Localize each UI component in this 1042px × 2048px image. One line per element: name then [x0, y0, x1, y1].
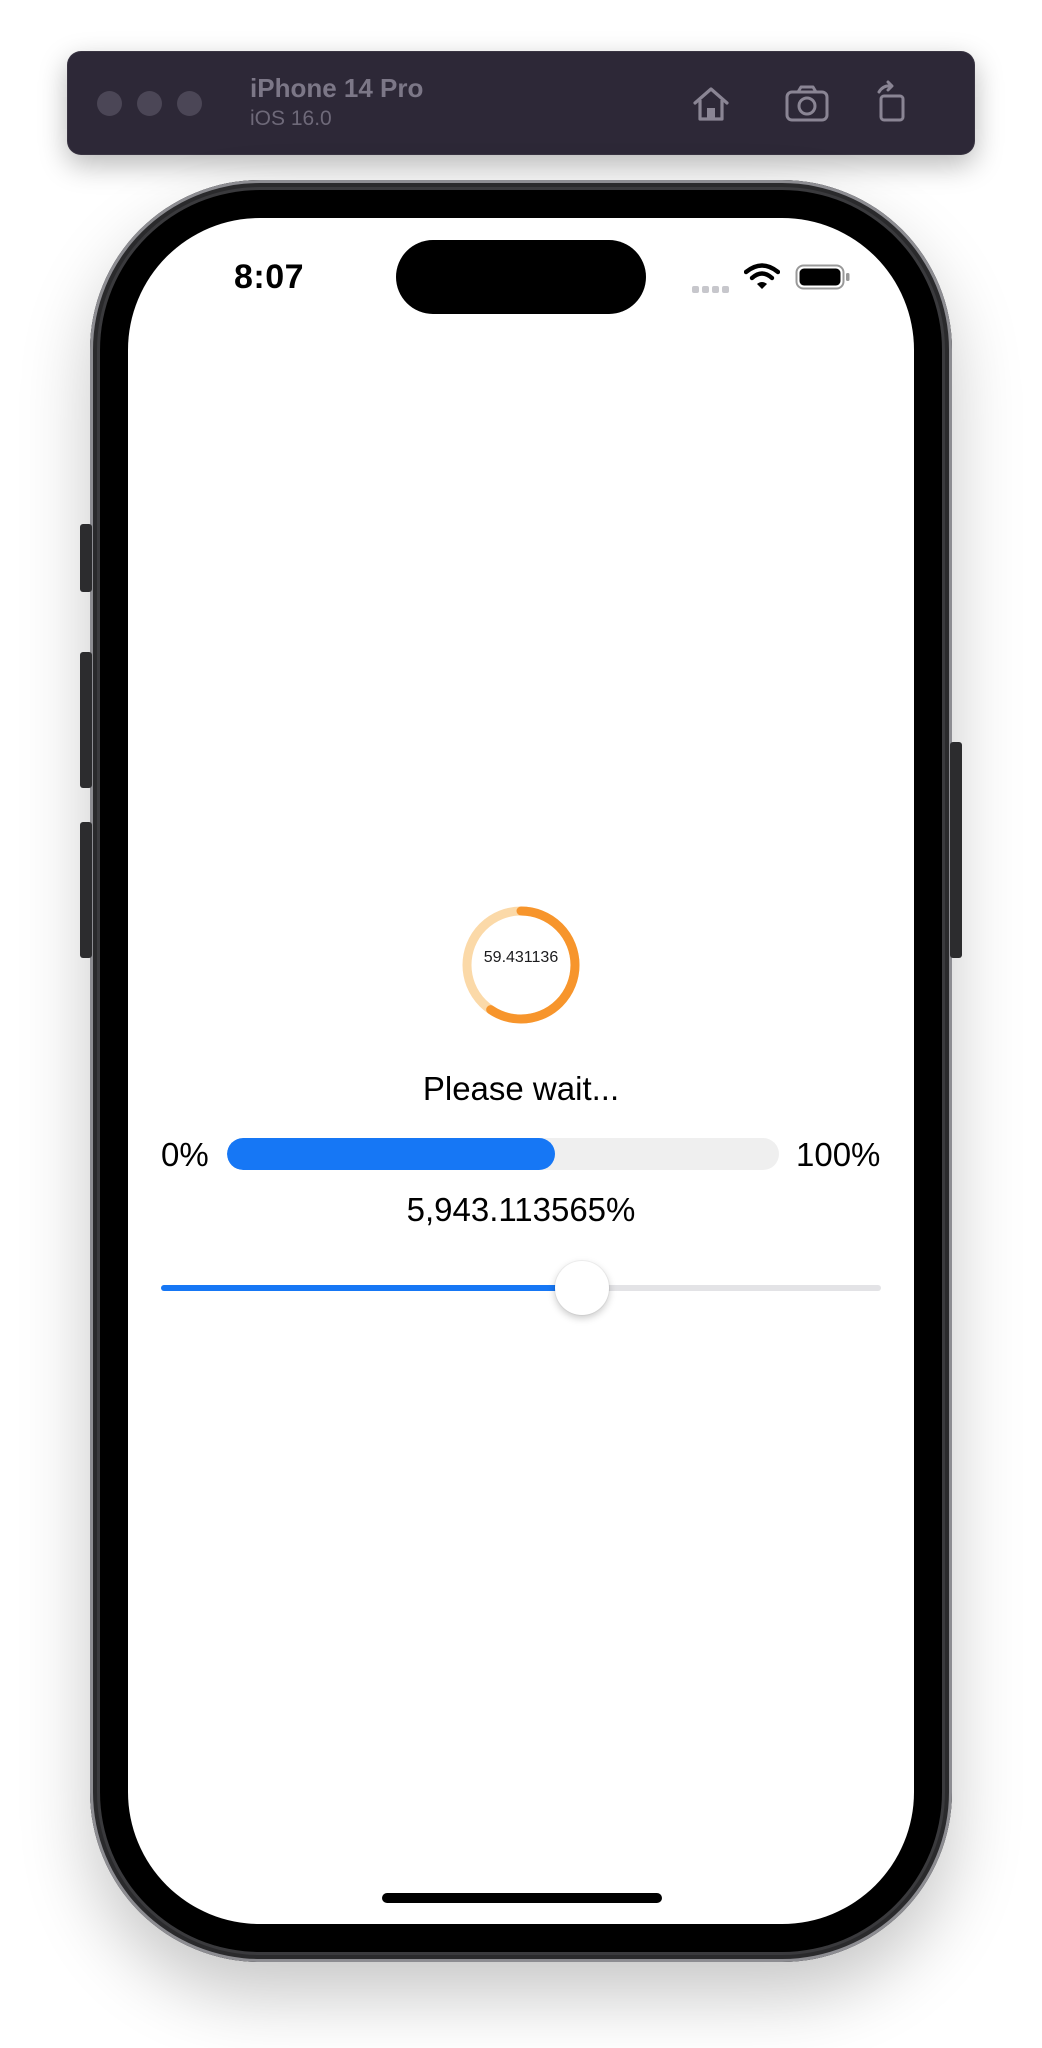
cellular-signal-icon — [692, 280, 732, 298]
rotate-button[interactable] — [867, 79, 919, 127]
phone-screen: 8:07 59.431136 Please wait... 0% 100% 5,… — [128, 218, 914, 1924]
window-zoom-button[interactable] — [177, 91, 202, 116]
stage: iPhone 14 Pro iOS 16.0 8:07 59.431136 Pl… — [0, 0, 1042, 2048]
progress-bar-fill — [227, 1138, 555, 1170]
volume-up-button[interactable] — [80, 652, 92, 788]
progress-min-label: 0% — [161, 1136, 209, 1173]
simulator-toolbar: iPhone 14 Pro iOS 16.0 — [67, 51, 975, 155]
percent-readout: 5,943.113565% — [406, 1191, 636, 1228]
progress-max-label: 100% — [796, 1136, 881, 1173]
home-button[interactable] — [685, 79, 737, 127]
os-version: iOS 16.0 — [250, 107, 332, 130]
progress-slider[interactable] — [161, 1258, 881, 1318]
screenshot-button[interactable] — [781, 79, 833, 127]
battery-icon — [795, 264, 850, 290]
action-button[interactable] — [80, 524, 92, 592]
wifi-icon — [744, 263, 780, 289]
window-close-button[interactable] — [97, 91, 122, 116]
status-text: Please wait... — [422, 1070, 620, 1107]
device-name: iPhone 14 Pro — [250, 73, 424, 103]
volume-down-button[interactable] — [80, 822, 92, 958]
status-time: 8:07 — [234, 258, 305, 296]
slider-thumb[interactable] — [555, 1261, 610, 1315]
slider-fill — [161, 1285, 583, 1291]
power-button[interactable] — [950, 742, 962, 958]
screenshot-icon — [785, 85, 829, 122]
home-indicator[interactable] — [382, 1893, 662, 1903]
dynamic-island — [396, 240, 646, 314]
progress-bar — [227, 1138, 779, 1170]
window-minimize-button[interactable] — [137, 91, 162, 116]
rotate-icon — [877, 80, 905, 122]
circular-progress-label: 59.431136 — [483, 949, 559, 966]
home-icon — [693, 87, 729, 121]
